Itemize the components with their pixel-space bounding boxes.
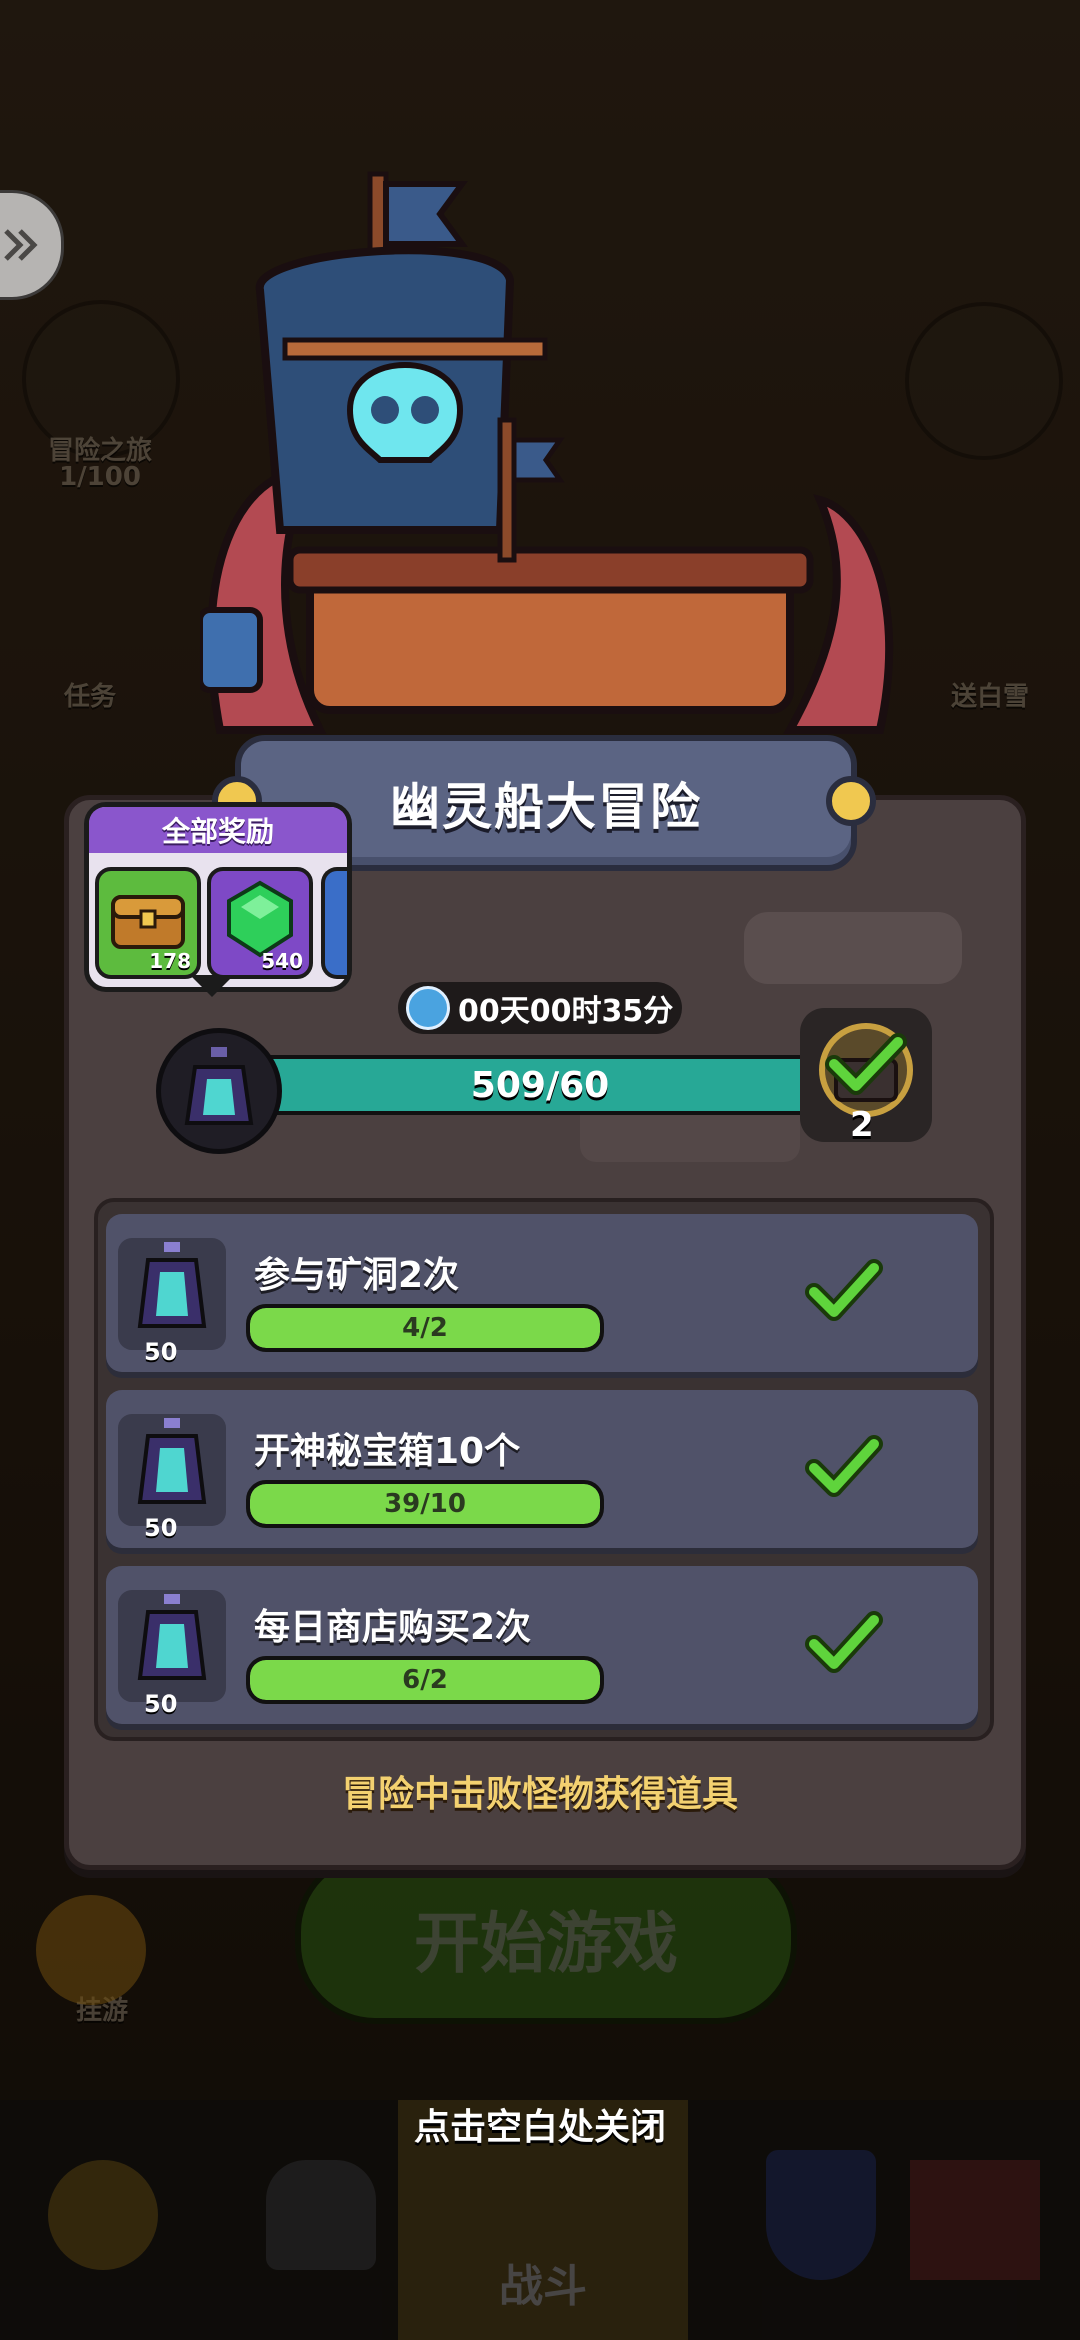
timer-text: 00天00时35分 xyxy=(458,994,674,1029)
event-title: 幽灵船大冒险 xyxy=(390,778,702,836)
reward-item-emerald[interactable]: 540 xyxy=(207,867,313,979)
check-icon xyxy=(805,1435,883,1497)
clock-icon xyxy=(406,986,450,1030)
tooltip-tail xyxy=(190,975,234,997)
close-hint[interactable]: 点击空白处关闭 xyxy=(0,2098,1080,2150)
task-reward-count: 50 xyxy=(144,1514,178,1542)
lantern-icon xyxy=(118,1238,226,1350)
lantern-icon xyxy=(118,1590,226,1702)
banner-rivet-right xyxy=(826,776,876,826)
lantern-icon xyxy=(118,1414,226,1526)
task-row: 50 每日商店购买2次 6/2 xyxy=(106,1566,978,1724)
event-progress-text: 509/60 xyxy=(470,1064,610,1106)
task-reward-count: 50 xyxy=(144,1338,178,1366)
milestone-chest-count: 2 xyxy=(850,1105,874,1145)
task-title: 开神秘宝箱10个 xyxy=(254,1431,521,1472)
task-row: 50 开神秘宝箱10个 39/10 xyxy=(106,1390,978,1548)
all-rewards-title: 全部奖励 xyxy=(89,807,347,853)
check-icon xyxy=(805,1259,883,1321)
task-reward-count: 50 xyxy=(144,1690,178,1718)
task-list: 50 参与矿洞2次 4/2 50 开神秘宝箱10个 39/10 50 每日商店购… xyxy=(94,1198,994,1741)
task-progress-text: 4/2 xyxy=(402,1313,448,1343)
task-title: 每日商店购买2次 xyxy=(254,1607,532,1648)
reward-item-chest[interactable]: 178 xyxy=(95,867,201,979)
reward-item-partial[interactable] xyxy=(321,867,347,979)
task-row: 50 参与矿洞2次 4/2 xyxy=(106,1214,978,1372)
panel-placeholder-card xyxy=(744,912,962,984)
event-timer: 00天00时35分 xyxy=(398,982,682,1034)
double-chevron-icon xyxy=(4,229,38,261)
task-progress-text: 39/10 xyxy=(384,1489,466,1519)
lantern-token-icon xyxy=(156,1028,282,1154)
event-hint: 冒险中击败怪物获得道具 xyxy=(341,1774,738,1815)
reward-chest-count: 178 xyxy=(149,949,191,973)
check-icon xyxy=(805,1611,883,1673)
all-rewards-tooltip[interactable]: 全部奖励 178 540 xyxy=(84,802,352,992)
reward-emerald-count: 540 xyxy=(261,949,303,973)
task-progress-text: 6/2 xyxy=(402,1665,448,1695)
ghost-ship-illustration xyxy=(200,171,894,734)
task-title: 参与矿洞2次 xyxy=(254,1255,460,1296)
